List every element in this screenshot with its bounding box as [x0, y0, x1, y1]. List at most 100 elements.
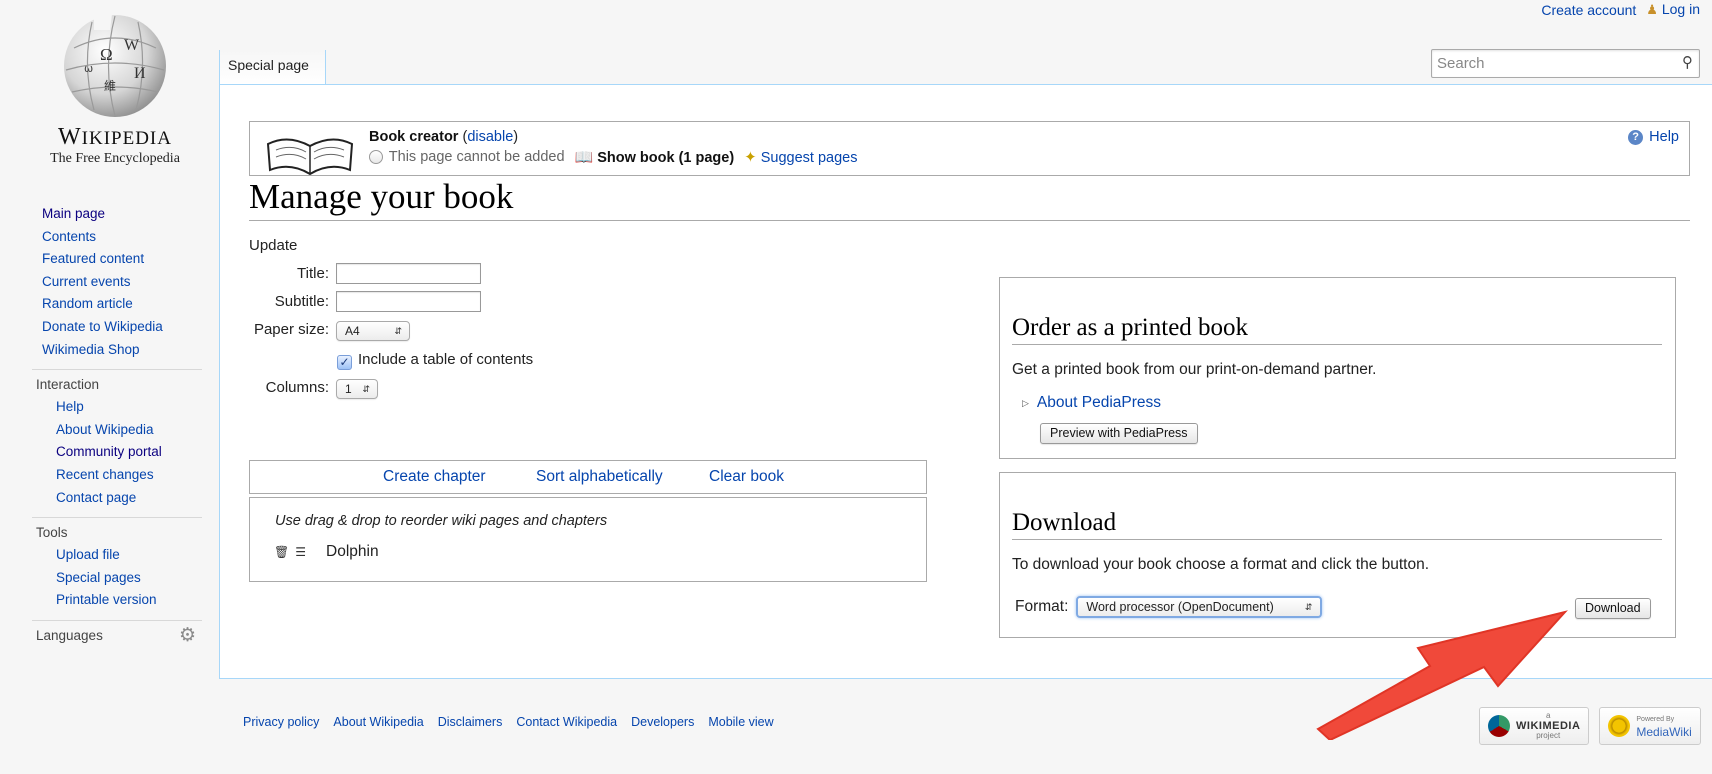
format-label: Format:	[1015, 598, 1069, 615]
puzzle-globe-icon: Ω W И 維 ω	[64, 14, 166, 117]
format-row: Format: Word processor (OpenDocument) ⇵	[1015, 596, 1323, 618]
sidebar: Main page Contents Featured content Curr…	[32, 203, 202, 647]
toc-label: Include a table of contents	[358, 351, 534, 368]
sidebar-item-random-article[interactable]: Random article	[32, 293, 202, 316]
trash-icon[interactable]: 🗑	[274, 545, 289, 559]
about-pediapress[interactable]: ▷ About PediaPress	[1022, 394, 1161, 412]
preview-pediapress-button[interactable]: Preview with PediaPress	[1040, 423, 1198, 444]
user-icon: ♟	[1646, 2, 1658, 17]
book-creator-bar: Book creator (disable) This page cannot …	[249, 121, 1690, 176]
book-creator-title-line: Book creator (disable)	[369, 129, 519, 145]
log-in-link[interactable]: Log in	[1662, 1, 1700, 17]
svg-text:И: И	[134, 65, 146, 82]
footer-mobile-view[interactable]: Mobile view	[708, 715, 773, 729]
sidebar-item-printable-version[interactable]: Printable version	[32, 589, 202, 612]
show-book-link[interactable]: 📖 Show book (1 page)	[575, 148, 735, 166]
footer-privacy-policy[interactable]: Privacy policy	[243, 715, 319, 729]
mediawiki-logo-icon	[1608, 715, 1631, 737]
footer-links: Privacy policy About Wikipedia Disclaime…	[243, 715, 774, 729]
svg-text:維: 維	[104, 79, 116, 93]
printed-book-heading: Order as a printed book	[1012, 314, 1662, 345]
book-settings-form: Update Title: Subtitle: Paper size: A4 ⇵ …	[249, 237, 533, 399]
sidebar-item-donate[interactable]: Donate to Wikipedia	[32, 316, 202, 339]
portal-heading-interaction[interactable]: Interaction	[32, 369, 202, 396]
search-input[interactable]	[1432, 50, 1667, 77]
toc-row[interactable]: ✓ Include a table of contents	[337, 351, 533, 370]
wikipedia-logo[interactable]: Ω W И 維 ω WIKIPEDIA The Free Encyclopedi…	[30, 8, 200, 167]
book-creator-actions: This page cannot be added 📖 Show book (1 …	[369, 148, 858, 166]
download-button[interactable]: Download	[1575, 598, 1651, 619]
open-book-icon	[266, 138, 354, 176]
update-heading: Update	[249, 237, 298, 254]
sidebar-item-featured-content[interactable]: Featured content	[32, 248, 202, 271]
select-arrows-icon: ⇵	[394, 326, 402, 336]
page-title: Manage your book	[249, 179, 1690, 221]
wordmark: WIKIPEDIA	[58, 124, 172, 150]
sidebar-item-about-wikipedia[interactable]: About Wikipedia	[32, 419, 202, 442]
cannot-add-status: This page cannot be added	[369, 149, 565, 165]
paper-size-select[interactable]: A4 ⇵	[336, 321, 410, 341]
disable-link[interactable]: disable	[467, 129, 513, 145]
sidebar-item-community-portal[interactable]: Community portal	[32, 441, 202, 464]
subtitle-input[interactable]	[336, 291, 481, 312]
login-group[interactable]: ♟ Log in	[1646, 1, 1700, 18]
search-icon[interactable]: ⚲	[1682, 53, 1693, 71]
list-item-title: Dolphin	[326, 543, 379, 560]
footer-developers[interactable]: Developers	[631, 715, 694, 729]
title-input[interactable]	[336, 263, 481, 284]
select-arrows-icon: ⇵	[362, 384, 370, 394]
portal-interaction: Interaction Help About Wikipedia Communi…	[32, 369, 202, 509]
clear-book-link[interactable]: Clear book	[709, 468, 784, 486]
rename-icon[interactable]: ☰	[295, 545, 306, 559]
suggest-pages-link[interactable]: ✦ Suggest pages	[744, 148, 857, 166]
download-heading: Download	[1012, 509, 1662, 540]
paper-size-label: Paper size:	[253, 321, 329, 338]
sidebar-item-upload-file[interactable]: Upload file	[32, 544, 202, 567]
sidebar-item-current-events[interactable]: Current events	[32, 271, 202, 294]
printed-book-box: Order as a printed book Get a printed bo…	[999, 277, 1676, 459]
reorder-hint: Use drag & drop to reorder wiki pages an…	[275, 513, 608, 529]
format-select[interactable]: Word processor (OpenDocument) ⇵	[1076, 596, 1323, 618]
printed-book-text: Get a printed book from our print-on-dem…	[1012, 361, 1377, 378]
wikimedia-project-badge[interactable]: a WIKIMEDIA project	[1479, 707, 1590, 745]
svg-text:W: W	[124, 37, 140, 54]
book-items-list: Use drag & drop to reorder wiki pages an…	[249, 497, 927, 582]
columns-select[interactable]: 1 ⇵	[336, 379, 378, 399]
sort-alphabetically-link[interactable]: Sort alphabetically	[536, 468, 663, 486]
portal-tools: Tools Upload file Special pages Printabl…	[32, 517, 202, 612]
sidebar-item-help[interactable]: Help	[32, 396, 202, 419]
create-chapter-link[interactable]: Create chapter	[383, 468, 486, 486]
subtitle-label: Subtitle:	[274, 293, 329, 310]
toc-checkbox[interactable]: ✓	[337, 355, 352, 370]
about-pediapress-link[interactable]: About PediaPress	[1037, 394, 1161, 412]
chapter-toolbar: Create chapter Sort alphabetically Clear…	[249, 460, 927, 494]
portal-languages: Languages ⚙	[32, 619, 202, 647]
radio-icon	[369, 150, 383, 165]
personal-tools: Create account ♟ Log in	[1541, 1, 1700, 18]
tagline: The Free Encyclopedia	[50, 151, 180, 166]
sidebar-item-special-pages[interactable]: Special pages	[32, 567, 202, 590]
list-item[interactable]: 🗑 ☰ Dolphin	[274, 543, 379, 561]
sidebar-item-wikimedia-shop[interactable]: Wikimedia Shop	[32, 339, 202, 362]
sidebar-item-contact-page[interactable]: Contact page	[32, 487, 202, 510]
download-text: To download your book choose a format an…	[1012, 556, 1430, 573]
magic-wand-icon: ✦	[744, 149, 757, 166]
footer-about-wikipedia[interactable]: About Wikipedia	[333, 715, 423, 729]
help-link[interactable]: ? Help	[1628, 129, 1679, 145]
powered-by-mediawiki-badge[interactable]: Powered By MediaWiki	[1599, 707, 1701, 745]
sidebar-item-recent-changes[interactable]: Recent changes	[32, 464, 202, 487]
expand-triangle-icon[interactable]: ▷	[1022, 398, 1029, 409]
wikimedia-logo-icon	[1488, 715, 1510, 737]
gear-icon[interactable]: ⚙	[179, 625, 196, 647]
sidebar-item-main-page[interactable]: Main page	[32, 203, 202, 226]
footer-disclaimers[interactable]: Disclaimers	[438, 715, 503, 729]
footer-contact-wikipedia[interactable]: Contact Wikipedia	[516, 715, 617, 729]
tab-special-page[interactable]: Special page	[219, 50, 326, 85]
columns-label: Columns:	[265, 379, 329, 396]
portal-heading-tools[interactable]: Tools	[32, 517, 202, 544]
title-label: Title:	[297, 265, 329, 282]
create-account-link[interactable]: Create account	[1541, 2, 1636, 18]
portal-heading-languages[interactable]: Languages	[36, 625, 103, 647]
sidebar-item-contents[interactable]: Contents	[32, 226, 202, 249]
footer-badges: a WIKIMEDIA project Powered By MediaWiki	[1479, 707, 1701, 745]
